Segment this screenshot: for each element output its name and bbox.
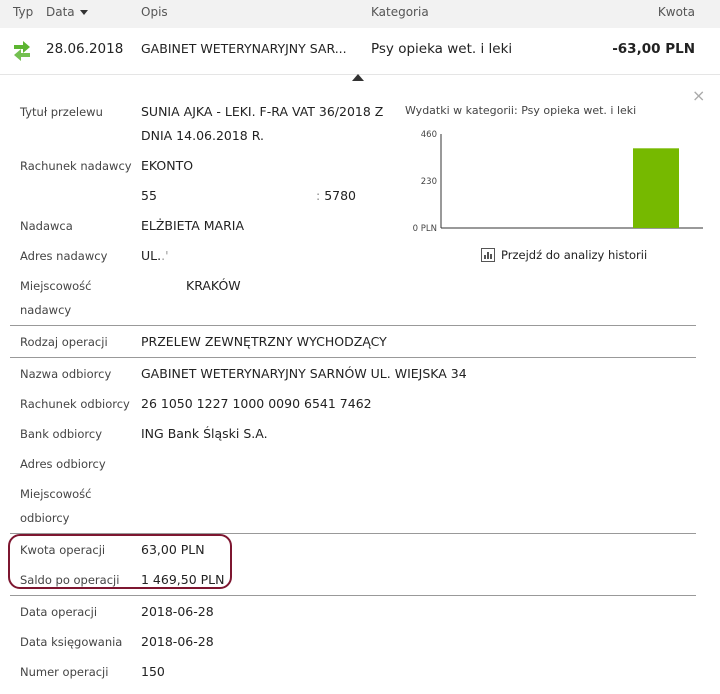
title-label: Tytuł przelewu (20, 105, 103, 119)
sender-address-text: UL. (141, 248, 162, 263)
sender-label: Nadawca (20, 219, 73, 233)
recipient-bank-value: ING Bank Śląski S.A. (141, 426, 268, 441)
chart-title: Wydatki w kategorii: Psy opieka wet. i l… (405, 104, 637, 117)
chart-y-tick-label: 230 (421, 177, 437, 187)
transaction-description: GABINET WETERYNARYJNY SAR... (141, 41, 347, 56)
op-number-value: 150 (141, 664, 165, 679)
close-icon[interactable]: × (692, 86, 705, 105)
recipient-address-label: Adres odbiorcy (20, 457, 106, 471)
history-analysis-link[interactable]: Przejdź do analizy historii (481, 248, 647, 262)
amount-highlight-annotation (8, 534, 232, 589)
recipient-bank-label: Bank odbiorcy (20, 427, 103, 441)
sort-desc-icon (79, 10, 88, 15)
table-header: Typ Data Opis Kategoria Kwota (0, 0, 720, 28)
recipient-city-label-2: odbiorcy (20, 511, 70, 525)
chart-y-tick-label: 0 PLN (413, 224, 437, 234)
booking-date-label: Data księgowania (20, 635, 123, 649)
divider (10, 595, 696, 596)
recipient-account-value: 26 1050 1227 1000 0090 6541 7462 (141, 396, 372, 411)
chart-y-tick-label: 460 (421, 130, 437, 140)
sender-value: ELŻBIETA MARIA (141, 218, 245, 233)
header-date-label: Data (46, 5, 75, 19)
transaction-amount: -63,00 PLN (612, 41, 695, 57)
recipient-account-label: Rachunek odbiorcy (20, 397, 130, 411)
op-date-value: 2018-06-28 (141, 604, 214, 619)
sender-city-label-1: Miejscowość (20, 279, 92, 293)
header-amount: Kwota (657, 5, 695, 19)
header-category: Kategoria (371, 5, 429, 19)
sender-city-label-2: nadawcy (20, 303, 72, 317)
transaction-date: 28.06.2018 (46, 41, 124, 57)
sender-address-value: UL..' (141, 248, 169, 263)
chart-bar[interactable] (633, 148, 679, 228)
sender-account-name: EKONTO (141, 158, 194, 173)
recipient-name-value: GABINET WETERYNARYJNY SARNÓW UL. WIEJSKA… (141, 366, 467, 381)
transaction-category[interactable]: Psy opieka wet. i leki (371, 41, 512, 57)
divider (10, 357, 696, 358)
op-date-label: Data operacji (20, 605, 98, 619)
sender-address-label: Adres nadawcy (20, 249, 108, 263)
operation-type-value: PRZELEW ZEWNĘTRZNY WYCHODZĄCY (141, 334, 387, 349)
header-description: Opis (141, 5, 168, 19)
category-spending-chart: 460 230 0 PLN (413, 130, 703, 234)
transaction-row[interactable]: 28.06.2018 GABINET WETERYNARYJNY SAR... … (0, 28, 720, 75)
header-date-sort[interactable]: Data (46, 5, 88, 19)
sender-city-value: KRAKÓW (186, 278, 241, 293)
details-pointer (352, 74, 364, 81)
divider (10, 325, 696, 326)
recipient-city-label-1: Miejscowość (20, 487, 92, 501)
recipient-name-label: Nazwa odbiorcy (20, 367, 112, 381)
history-analysis-label: Przejdź do analizy historii (501, 248, 648, 262)
operation-type-label: Rodzaj operacji (20, 335, 108, 349)
title-line-1: SUNIA AJKA - LEKI. F-RA VAT 36/2018 Z (141, 104, 384, 119)
transfer-arrows-icon (14, 41, 30, 61)
title-line-2: DNIA 14.06.2018 R. (141, 128, 264, 143)
bar-chart-icon (481, 248, 495, 262)
sender-account-label: Rachunek nadawcy (20, 159, 132, 173)
sender-account-end: : 5780 (316, 188, 357, 203)
sender-account-start: 55 (141, 188, 157, 203)
sender-account-end-digits: 5780 (324, 188, 357, 203)
op-number-label: Numer operacji (20, 665, 109, 679)
booking-date-value: 2018-06-28 (141, 634, 214, 649)
header-type: Typ (13, 5, 34, 19)
